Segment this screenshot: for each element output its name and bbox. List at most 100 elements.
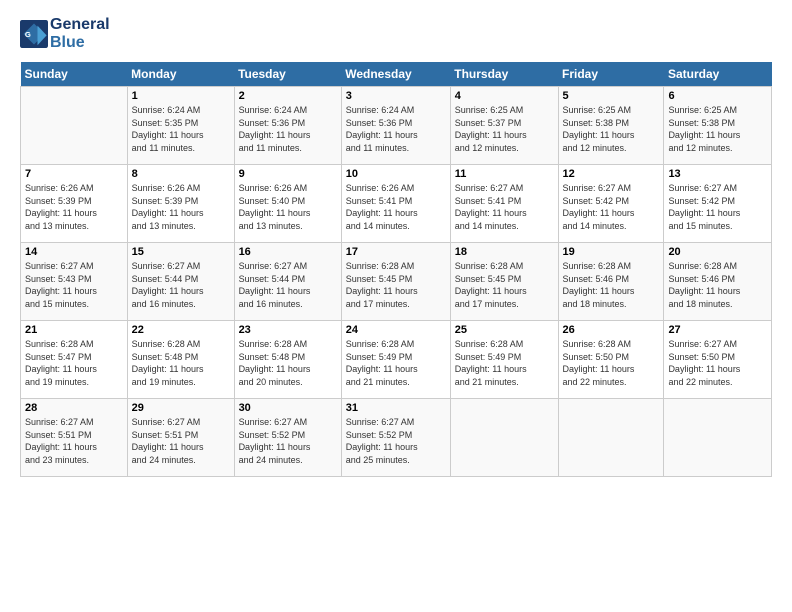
day-details: Sunrise: 6:28 AM Sunset: 5:48 PM Dayligh… [239,338,337,388]
calendar-cell: 22 Sunrise: 6:28 AM Sunset: 5:48 PM Dayl… [127,321,234,399]
day-number: 3 [346,90,446,102]
week-row-3: 21 Sunrise: 6:28 AM Sunset: 5:47 PM Dayl… [21,321,772,399]
weekday-header-friday: Friday [558,62,664,87]
day-details: Sunrise: 6:28 AM Sunset: 5:45 PM Dayligh… [346,260,446,310]
calendar-table: SundayMondayTuesdayWednesdayThursdayFrid… [20,62,772,477]
weekday-header-thursday: Thursday [450,62,558,87]
day-number: 13 [668,168,767,180]
calendar-cell: 11 Sunrise: 6:27 AM Sunset: 5:41 PM Dayl… [450,165,558,243]
week-row-0: 1 Sunrise: 6:24 AM Sunset: 5:35 PM Dayli… [21,87,772,165]
calendar-cell: 2 Sunrise: 6:24 AM Sunset: 5:36 PM Dayli… [234,87,341,165]
calendar-cell: 20 Sunrise: 6:28 AM Sunset: 5:46 PM Dayl… [664,243,772,321]
day-number: 22 [132,324,230,336]
day-number: 9 [239,168,337,180]
day-number: 20 [668,246,767,258]
calendar-cell [21,87,128,165]
calendar-cell: 21 Sunrise: 6:28 AM Sunset: 5:47 PM Dayl… [21,321,128,399]
day-details: Sunrise: 6:28 AM Sunset: 5:49 PM Dayligh… [346,338,446,388]
day-details: Sunrise: 6:27 AM Sunset: 5:52 PM Dayligh… [239,416,337,466]
day-number: 1 [132,90,230,102]
day-details: Sunrise: 6:28 AM Sunset: 5:45 PM Dayligh… [455,260,554,310]
day-details: Sunrise: 6:26 AM Sunset: 5:40 PM Dayligh… [239,182,337,232]
day-number: 6 [668,90,767,102]
day-details: Sunrise: 6:28 AM Sunset: 5:46 PM Dayligh… [668,260,767,310]
day-number: 7 [25,168,123,180]
weekday-header-wednesday: Wednesday [341,62,450,87]
day-details: Sunrise: 6:24 AM Sunset: 5:35 PM Dayligh… [132,104,230,154]
day-details: Sunrise: 6:27 AM Sunset: 5:42 PM Dayligh… [668,182,767,232]
weekday-header-monday: Monday [127,62,234,87]
calendar-cell: 1 Sunrise: 6:24 AM Sunset: 5:35 PM Dayli… [127,87,234,165]
calendar-cell: 13 Sunrise: 6:27 AM Sunset: 5:42 PM Dayl… [664,165,772,243]
calendar-cell: 5 Sunrise: 6:25 AM Sunset: 5:38 PM Dayli… [558,87,664,165]
day-details: Sunrise: 6:27 AM Sunset: 5:42 PM Dayligh… [563,182,660,232]
day-details: Sunrise: 6:24 AM Sunset: 5:36 PM Dayligh… [239,104,337,154]
day-number: 15 [132,246,230,258]
calendar-cell: 19 Sunrise: 6:28 AM Sunset: 5:46 PM Dayl… [558,243,664,321]
header: G General Blue [20,16,772,52]
day-number: 10 [346,168,446,180]
day-details: Sunrise: 6:27 AM Sunset: 5:52 PM Dayligh… [346,416,446,466]
calendar-cell: 9 Sunrise: 6:26 AM Sunset: 5:40 PM Dayli… [234,165,341,243]
week-row-4: 28 Sunrise: 6:27 AM Sunset: 5:51 PM Dayl… [21,399,772,477]
day-details: Sunrise: 6:25 AM Sunset: 5:38 PM Dayligh… [563,104,660,154]
calendar-cell: 28 Sunrise: 6:27 AM Sunset: 5:51 PM Dayl… [21,399,128,477]
day-number: 17 [346,246,446,258]
day-number: 5 [563,90,660,102]
day-details: Sunrise: 6:28 AM Sunset: 5:50 PM Dayligh… [563,338,660,388]
calendar-cell: 10 Sunrise: 6:26 AM Sunset: 5:41 PM Dayl… [341,165,450,243]
calendar-cell [450,399,558,477]
day-details: Sunrise: 6:28 AM Sunset: 5:48 PM Dayligh… [132,338,230,388]
calendar-cell: 23 Sunrise: 6:28 AM Sunset: 5:48 PM Dayl… [234,321,341,399]
logo-icon: G [20,20,48,48]
calendar-cell: 18 Sunrise: 6:28 AM Sunset: 5:45 PM Dayl… [450,243,558,321]
day-number: 18 [455,246,554,258]
calendar-cell: 6 Sunrise: 6:25 AM Sunset: 5:38 PM Dayli… [664,87,772,165]
day-number: 28 [25,402,123,414]
day-number: 29 [132,402,230,414]
calendar-cell: 4 Sunrise: 6:25 AM Sunset: 5:37 PM Dayli… [450,87,558,165]
calendar-cell: 15 Sunrise: 6:27 AM Sunset: 5:44 PM Dayl… [127,243,234,321]
day-number: 16 [239,246,337,258]
calendar-cell: 8 Sunrise: 6:26 AM Sunset: 5:39 PM Dayli… [127,165,234,243]
calendar-cell: 30 Sunrise: 6:27 AM Sunset: 5:52 PM Dayl… [234,399,341,477]
day-number: 24 [346,324,446,336]
calendar-cell: 7 Sunrise: 6:26 AM Sunset: 5:39 PM Dayli… [21,165,128,243]
weekday-header-row: SundayMondayTuesdayWednesdayThursdayFrid… [21,62,772,87]
weekday-header-tuesday: Tuesday [234,62,341,87]
calendar-cell: 14 Sunrise: 6:27 AM Sunset: 5:43 PM Dayl… [21,243,128,321]
weekday-header-sunday: Sunday [21,62,128,87]
day-number: 11 [455,168,554,180]
day-details: Sunrise: 6:27 AM Sunset: 5:44 PM Dayligh… [239,260,337,310]
day-number: 31 [346,402,446,414]
svg-text:G: G [25,30,31,39]
calendar-cell [558,399,664,477]
day-details: Sunrise: 6:27 AM Sunset: 5:51 PM Dayligh… [25,416,123,466]
day-details: Sunrise: 6:25 AM Sunset: 5:38 PM Dayligh… [668,104,767,154]
day-number: 12 [563,168,660,180]
day-number: 23 [239,324,337,336]
logo-text: General Blue [50,16,110,52]
day-details: Sunrise: 6:28 AM Sunset: 5:46 PM Dayligh… [563,260,660,310]
day-number: 4 [455,90,554,102]
day-details: Sunrise: 6:28 AM Sunset: 5:49 PM Dayligh… [455,338,554,388]
day-details: Sunrise: 6:26 AM Sunset: 5:41 PM Dayligh… [346,182,446,232]
day-details: Sunrise: 6:27 AM Sunset: 5:51 PM Dayligh… [132,416,230,466]
calendar-cell: 17 Sunrise: 6:28 AM Sunset: 5:45 PM Dayl… [341,243,450,321]
day-number: 30 [239,402,337,414]
week-row-2: 14 Sunrise: 6:27 AM Sunset: 5:43 PM Dayl… [21,243,772,321]
day-details: Sunrise: 6:26 AM Sunset: 5:39 PM Dayligh… [25,182,123,232]
day-number: 25 [455,324,554,336]
calendar-cell: 12 Sunrise: 6:27 AM Sunset: 5:42 PM Dayl… [558,165,664,243]
week-row-1: 7 Sunrise: 6:26 AM Sunset: 5:39 PM Dayli… [21,165,772,243]
calendar-cell: 24 Sunrise: 6:28 AM Sunset: 5:49 PM Dayl… [341,321,450,399]
day-details: Sunrise: 6:28 AM Sunset: 5:47 PM Dayligh… [25,338,123,388]
calendar-cell: 16 Sunrise: 6:27 AM Sunset: 5:44 PM Dayl… [234,243,341,321]
main-container: G General Blue SundayMondayTuesdayWednes… [0,0,792,487]
calendar-cell: 31 Sunrise: 6:27 AM Sunset: 5:52 PM Dayl… [341,399,450,477]
day-number: 8 [132,168,230,180]
calendar-cell: 27 Sunrise: 6:27 AM Sunset: 5:50 PM Dayl… [664,321,772,399]
day-details: Sunrise: 6:27 AM Sunset: 5:43 PM Dayligh… [25,260,123,310]
day-number: 19 [563,246,660,258]
day-details: Sunrise: 6:25 AM Sunset: 5:37 PM Dayligh… [455,104,554,154]
